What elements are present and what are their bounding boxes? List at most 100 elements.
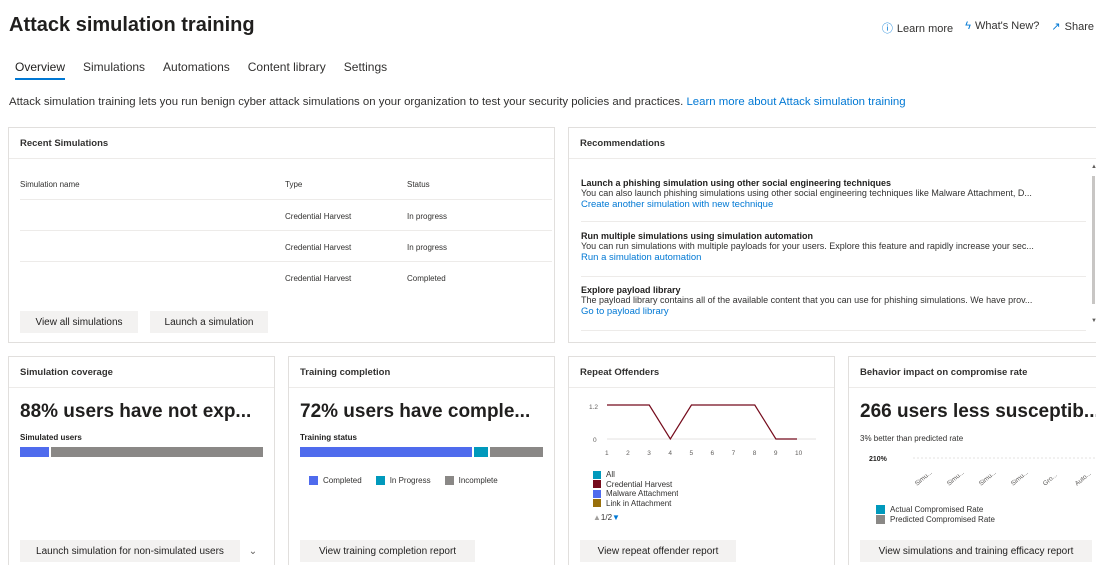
recommendation-title: Explore payload library [581, 285, 681, 295]
legend-completed[interactable]: Completed [309, 476, 362, 486]
table-header: Simulation name Type Status [20, 168, 552, 200]
x-tick-label: 10 [795, 450, 803, 457]
col-type[interactable]: Type [285, 180, 302, 189]
row-type: Credential Harvest [285, 274, 352, 283]
chevron-down-icon[interactable]: ⌄ [241, 540, 265, 562]
row-type: Credential Harvest [285, 212, 352, 221]
share-label: Share [1064, 21, 1094, 33]
table-row[interactable]: Credential Harvest Completed [20, 262, 552, 293]
completed-segment[interactable] [300, 447, 473, 457]
legend-label: All [606, 470, 615, 479]
x-label: Simu... [946, 469, 966, 487]
col-simulation-name[interactable]: Simulation name [20, 180, 80, 189]
legend-label: In Progress [389, 476, 431, 485]
table-row[interactable]: Credential Harvest In progress [20, 200, 552, 231]
recommendation-item: Explore payload library The payload libr… [581, 285, 1086, 331]
legend-swatch [876, 505, 885, 515]
y-tick-label: 210% [869, 456, 888, 463]
x-label: Simu... [1010, 469, 1030, 487]
tab-settings[interactable]: Settings [344, 60, 387, 80]
x-tick-label: 3 [647, 450, 651, 457]
table-row[interactable]: Credential Harvest In progress [20, 231, 552, 262]
training-legend: Completed In Progress Incomplete [309, 476, 498, 486]
x-label: Simu... [914, 469, 934, 487]
tab-simulations[interactable]: Simulations [83, 60, 145, 80]
incomplete-segment[interactable] [490, 447, 543, 457]
simulated-segment[interactable] [20, 447, 49, 457]
card-title: Recommendations [569, 128, 1096, 159]
header-links: ⓘ Learn more ϟ What's New? ↗ Share [882, 20, 1094, 36]
legend-label: Predicted Compromised Rate [890, 515, 995, 524]
x-label: Auto... [1074, 470, 1093, 488]
coverage-headline: 88% users have not exp... [20, 401, 252, 422]
recommendation-title: Launch a phishing simulation using other… [581, 178, 892, 188]
legend-predicted[interactable]: Predicted Compromised Rate [876, 515, 995, 525]
info-icon: ⓘ [881, 23, 893, 35]
description-link[interactable]: Learn more about Attack simulation train… [686, 96, 905, 108]
view-efficacy-report-button[interactable]: View simulations and training efficacy r… [860, 540, 1092, 562]
recommendation-link[interactable]: Run a simulation automation [581, 252, 1086, 263]
col-status[interactable]: Status [407, 180, 430, 189]
x-tick-label: 8 [753, 450, 757, 457]
recommendation-item: Run multiple simulations using simulatio… [581, 231, 1086, 277]
recommendation-link[interactable]: Go to payload library [581, 306, 1086, 317]
scroll-down-icon[interactable]: ▼ [1091, 318, 1096, 324]
card-title: Recent Simulations [9, 128, 554, 159]
view-training-report-button[interactable]: View training completion report [300, 540, 475, 562]
legend-swatch [593, 470, 601, 479]
behavior-headline: 266 users less susceptib... [860, 401, 1096, 422]
behavior-legend: Actual Compromised Rate Predicted Compro… [876, 505, 995, 525]
tab-content-library[interactable]: Content library [248, 60, 326, 80]
behavior-chart: 210% Simu... Simu... Simu... Simu... Gro... A… [869, 456, 1096, 488]
tab-automations[interactable]: Automations [163, 60, 230, 80]
view-repeat-report-button[interactable]: View repeat offender report [580, 540, 736, 562]
legend-actual[interactable]: Actual Compromised Rate [876, 505, 995, 515]
x-label: Gro... [1042, 472, 1059, 488]
legend-swatch [593, 480, 601, 489]
y-tick-label: 0 [593, 437, 597, 444]
legend-in-progress[interactable]: In Progress [375, 476, 431, 486]
legend-malware-attachment[interactable]: Malware Attachment [593, 489, 678, 499]
coverage-bar [20, 447, 263, 457]
recommendation-link[interactable]: Create another simulation with new techn… [581, 199, 1086, 210]
legend-label: Malware Attachment [606, 489, 679, 498]
whats-new-link[interactable]: ϟ What's New? [965, 20, 1039, 36]
legend-link-in-attachment[interactable]: Link in Attachment [593, 499, 678, 509]
series-line-credential-harvest[interactable] [607, 404, 797, 441]
training-bar [300, 447, 543, 457]
legend-incomplete[interactable]: Incomplete [444, 476, 498, 486]
scrollbar[interactable]: ▲ ▼ [1091, 164, 1096, 324]
launch-nonsimulated-button[interactable]: Launch simulation for non-simulated user… [20, 540, 240, 562]
in-progress-segment[interactable] [474, 447, 489, 457]
row-status: In progress [407, 212, 448, 221]
page: Attack simulation training ⓘ Learn more ϟ… [0, 0, 1096, 565]
view-all-simulations-button[interactable]: View all simulations [20, 311, 138, 333]
legend-all[interactable]: All [593, 470, 678, 480]
learn-more-link[interactable]: ⓘ Learn more [882, 20, 953, 36]
scroll-up-icon[interactable]: ▲ [1091, 164, 1096, 170]
page-title: Attack simulation training [9, 14, 255, 36]
tab-overview[interactable]: Overview [15, 60, 66, 80]
scrollbar-thumb[interactable] [1092, 176, 1095, 304]
training-completion-card: Training completion 72% users have compl… [288, 356, 555, 565]
legend-label: Credential Harvest [606, 479, 673, 489]
legend-credential-harvest[interactable]: Credential Harvest [593, 480, 678, 490]
not-simulated-segment[interactable] [50, 447, 263, 457]
legend-pager: ▲1/2▼ [593, 513, 620, 522]
share-icon: ↗ [1051, 21, 1061, 33]
pager-down-icon[interactable]: ▼ [612, 513, 620, 522]
recommendations-card: Recommendations Launch a phishing simula… [568, 127, 1096, 343]
legend-swatch [593, 489, 601, 498]
legend-swatch [876, 515, 885, 525]
recommendation-title: Run multiple simulations using simulatio… [581, 231, 814, 241]
repeat-offenders-chart: 1.2 0 1 2 3 4 5 6 7 8 9 10 [589, 404, 816, 457]
description-text: Attack simulation training lets you run … [9, 96, 684, 108]
launch-simulation-button[interactable]: Launch a simulation [150, 311, 268, 333]
recommendation-desc: You can run simulations with multiple pa… [581, 241, 1034, 251]
pager-up-icon[interactable]: ▲ [593, 513, 601, 522]
learn-more-label: Learn more [896, 23, 954, 35]
behavior-subtitle: 3% better than predicted rate [860, 434, 964, 443]
x-tick-label: 7 [732, 450, 736, 457]
x-labels: Simu... Simu... Simu... Simu... Gro... Auto..… [914, 469, 1093, 487]
share-link[interactable]: ↗ Share [1051, 20, 1094, 36]
